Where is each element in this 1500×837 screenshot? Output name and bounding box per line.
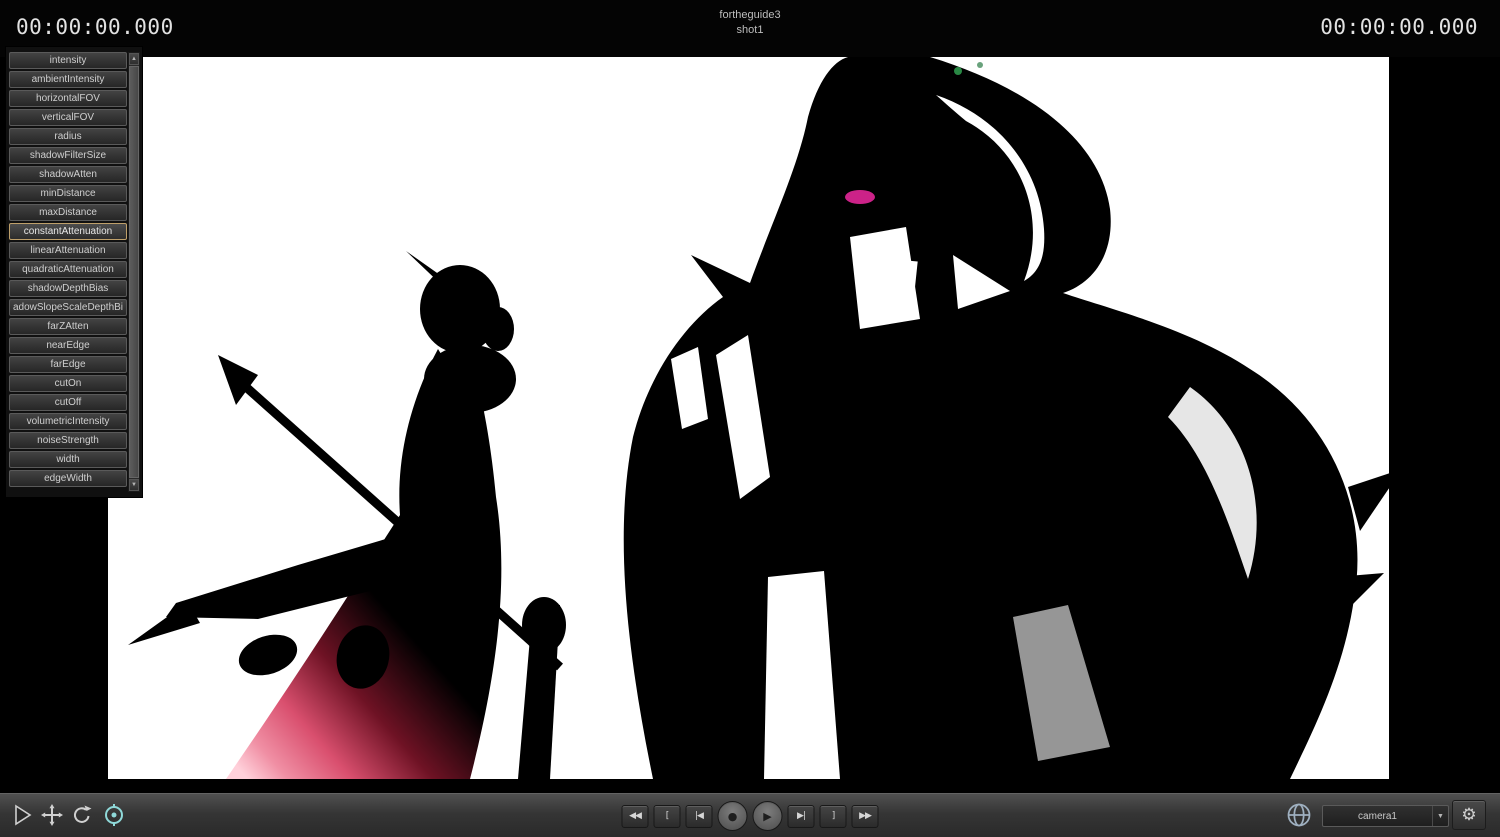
cursor-arrow-icon bbox=[15, 804, 32, 826]
render-scene bbox=[108, 57, 1389, 779]
param-item-nearEdge[interactable]: nearEdge bbox=[9, 337, 127, 354]
application-window: 00:00:00.000 00:00:00.000 fortheguide3 s… bbox=[0, 0, 1500, 837]
go-to-start-button[interactable]: |◀ bbox=[685, 804, 713, 828]
camera-select-value: camera1 bbox=[1358, 810, 1397, 822]
orbit-tool[interactable] bbox=[100, 801, 128, 829]
light-parameter-panel: intensity ambientIntensity horizontalFOV ve… bbox=[5, 46, 143, 498]
camera-select[interactable]: camera1 ▼ bbox=[1322, 805, 1449, 827]
scroll-down-icon[interactable]: ▼ bbox=[129, 479, 139, 491]
param-item-constantAttenuation[interactable]: constantAttenuation bbox=[9, 223, 127, 240]
parameter-scrollbar[interactable]: ▲ ▼ bbox=[128, 52, 140, 492]
scroll-up-icon[interactable]: ▲ bbox=[129, 53, 139, 65]
param-item-linearAttenuation[interactable]: linearAttenuation bbox=[9, 242, 127, 259]
parameter-list: intensity ambientIntensity horizontalFOV ve… bbox=[9, 52, 127, 489]
param-item-adowSlopeScaleDepthBi[interactable]: adowSlopeScaleDepthBi bbox=[9, 299, 127, 316]
param-item-edgeWidth[interactable]: edgeWidth bbox=[9, 470, 127, 487]
scrollbar-thumb[interactable] bbox=[129, 66, 139, 478]
gear-icon: ⚙ bbox=[1461, 805, 1477, 824]
top-bar: 00:00:00.000 00:00:00.000 fortheguide3 s… bbox=[0, 0, 1500, 57]
param-item-volumetricIntensity[interactable]: volumetricIntensity bbox=[9, 413, 127, 430]
globe-icon bbox=[1287, 803, 1311, 827]
param-item-farEdge[interactable]: farEdge bbox=[9, 356, 127, 373]
param-item-maxDistance[interactable]: maxDistance bbox=[9, 204, 127, 221]
param-item-verticalFOV[interactable]: verticalFOV bbox=[9, 109, 127, 126]
green-glint bbox=[954, 67, 962, 75]
project-title: fortheguide3 bbox=[719, 9, 781, 21]
loop-out-button[interactable]: ] bbox=[819, 804, 847, 828]
bottom-toolbar: ◀◀[|◀ ● ▶ ▶|] ▶▶ camera1 ▼ ⚙ bbox=[0, 793, 1500, 837]
record-button[interactable]: ● bbox=[717, 801, 748, 831]
param-item-shadowAtten[interactable]: shadowAtten bbox=[9, 166, 127, 183]
render-viewport[interactable] bbox=[108, 57, 1389, 779]
param-item-noiseStrength[interactable]: noiseStrength bbox=[9, 432, 127, 449]
settings-button[interactable]: ⚙ bbox=[1452, 800, 1486, 830]
param-item-cutOn[interactable]: cutOn bbox=[9, 375, 127, 392]
rotate-arrows-icon bbox=[73, 805, 92, 823]
title-block: fortheguide3 shot1 bbox=[0, 8, 1500, 38]
eye-glint bbox=[845, 190, 875, 204]
orbit-target-icon bbox=[105, 804, 123, 826]
param-item-intensity[interactable]: intensity bbox=[9, 52, 127, 69]
param-item-ambientIntensity[interactable]: ambientIntensity bbox=[9, 71, 127, 88]
param-item-quadraticAttenuation[interactable]: quadraticAttenuation bbox=[9, 261, 127, 278]
param-item-shadowFilterSize[interactable]: shadowFilterSize bbox=[9, 147, 127, 164]
param-item-width[interactable]: width bbox=[9, 451, 127, 468]
world-view-button[interactable] bbox=[1285, 801, 1313, 829]
param-item-farZAtten[interactable]: farZAtten bbox=[9, 318, 127, 335]
move-tool[interactable] bbox=[38, 801, 66, 829]
shot-title: shot1 bbox=[736, 24, 764, 36]
param-item-radius[interactable]: radius bbox=[9, 128, 127, 145]
param-item-shadowDepthBias[interactable]: shadowDepthBias bbox=[9, 280, 127, 297]
go-to-end-button[interactable]: ▶| bbox=[787, 804, 815, 828]
rewind-button[interactable]: ◀◀ bbox=[621, 804, 649, 828]
fast-forward-button[interactable]: ▶▶ bbox=[851, 804, 879, 828]
move-arrows-icon bbox=[41, 804, 63, 826]
param-item-cutOff[interactable]: cutOff bbox=[9, 394, 127, 411]
param-item-minDistance[interactable]: minDistance bbox=[9, 185, 127, 202]
transport-controls: ◀◀[|◀ ● ▶ ▶|] ▶▶ bbox=[621, 794, 879, 837]
rotate-tool[interactable] bbox=[68, 801, 96, 829]
loop-in-button[interactable]: [ bbox=[653, 804, 681, 828]
param-item-horizontalFOV[interactable]: horizontalFOV bbox=[9, 90, 127, 107]
select-tool[interactable] bbox=[8, 801, 36, 829]
chevron-down-icon[interactable]: ▼ bbox=[1432, 806, 1448, 826]
play-button[interactable]: ▶ bbox=[752, 801, 783, 831]
